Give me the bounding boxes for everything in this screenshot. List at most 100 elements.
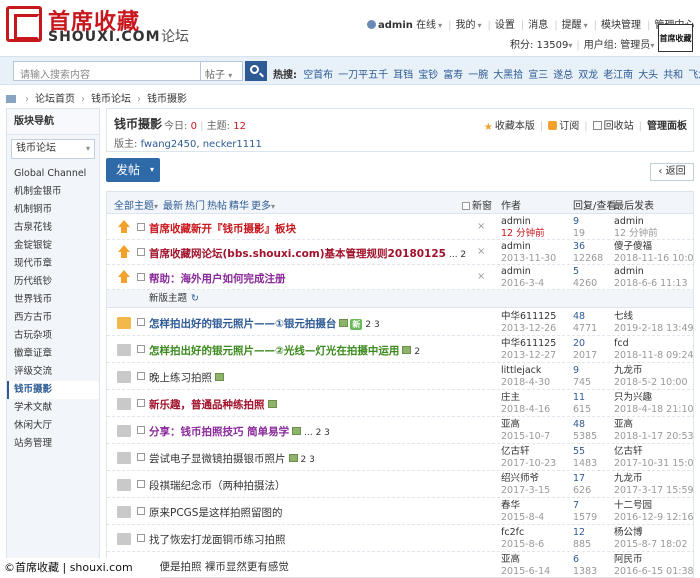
thread-row[interactable]: 新乐趣，普通品种练拍照 庄主 2018-4-16 11 615 只为兴趣 2018-4-18… (107, 390, 693, 417)
menu-notifications[interactable]: 提醒 (562, 20, 582, 31)
sticky-thread-row[interactable]: 首席收藏新开『钱币摄影』板块 × admin 12 分钟前 9 19 admin 12 分钟前 (107, 215, 693, 240)
author-name[interactable]: 亿古轩 (501, 446, 556, 458)
thread-row[interactable]: 怎样拍出好的银元照片——①银元拍摄台 新 2 3 中华611125 2013-12-26… (107, 309, 693, 336)
last-poster[interactable]: admin (614, 216, 658, 228)
last-poster[interactable]: 十二号园 (614, 500, 693, 512)
reply-count[interactable]: 55 (573, 446, 597, 458)
home-icon[interactable] (6, 95, 16, 103)
last-post-date[interactable]: 2018-6-6 11:13 (614, 278, 688, 290)
sidebar-item[interactable]: 学术文献 (7, 399, 99, 417)
page-links[interactable]: ... 2 (449, 250, 466, 260)
hot-keyword[interactable]: 耳铛 (393, 70, 413, 81)
hot-keyword[interactable]: 大头 (638, 70, 658, 81)
last-post-date[interactable]: 2018-1-17 20:53 (614, 431, 693, 443)
tab-latest[interactable]: 最新 (163, 197, 183, 212)
thread-title-link[interactable]: 首席收藏新开『钱币摄影』板块 (149, 223, 296, 235)
tab-hot[interactable]: 热门 (185, 197, 205, 212)
thread-title-link[interactable]: 晚上练习拍照 (149, 372, 212, 384)
last-post-date[interactable]: 2016-12-9 12:16 (614, 512, 693, 524)
last-poster[interactable]: 亚高 (614, 419, 693, 431)
sidebar-item[interactable]: 现代币章 (7, 255, 99, 273)
favorite-forum-link[interactable]: 收藏本版 (495, 121, 535, 132)
author-name[interactable]: admin (501, 216, 545, 228)
author-name[interactable]: 中华611125 (501, 338, 556, 350)
last-poster[interactable]: 傻子傻福 (614, 241, 693, 253)
thread-title-link[interactable]: 首席收藏网论坛(bbs.shouxi.com)基本管理规则20180125 (149, 248, 446, 260)
select-checkbox[interactable] (137, 453, 145, 461)
hot-keyword[interactable]: 空首布 (303, 70, 333, 81)
last-post-date[interactable]: 2019-2-18 13:49 (614, 323, 693, 335)
author-name[interactable]: 亚高 (501, 419, 550, 431)
breadcrumb-item[interactable]: 论坛首页 (35, 94, 75, 105)
thread-row[interactable]: 怎样拍出好的银元照片——②光线—灯光在拍摄中运用 2 中华611125 2013-12… (107, 336, 693, 363)
sidebar-forum-select[interactable]: 钱币论坛 ▾ (11, 139, 95, 159)
last-poster[interactable]: 杨公博 (614, 527, 688, 539)
thread-title-link[interactable]: 找了恢宏打龙面铜币练习拍照 (149, 534, 286, 546)
thread-title-link[interactable]: 怎样拍出好的银元照片——①银元拍摄台 (149, 318, 336, 330)
breadcrumb-item[interactable]: 钱币论坛 (91, 94, 131, 105)
reply-count[interactable]: 48 (573, 311, 597, 323)
tab-digest[interactable]: 精华 (229, 197, 249, 212)
reply-count[interactable]: 9 (573, 365, 591, 377)
menu-messages[interactable]: 消息 (528, 20, 548, 31)
hot-keyword[interactable]: 老江南 (603, 70, 633, 81)
tab-hot-posts[interactable]: 热帖 (207, 197, 227, 212)
recycle-bin-link[interactable]: 回收站 (604, 121, 634, 132)
select-checkbox[interactable] (137, 507, 145, 515)
author-name[interactable]: littlejack (501, 365, 550, 377)
sidebar-item[interactable]: 休闲大厅 (7, 417, 99, 435)
sidebar-item[interactable]: 历代纸钞 (7, 273, 99, 291)
author-name[interactable]: admin (501, 266, 544, 278)
reply-count[interactable]: 12 (573, 527, 591, 539)
last-poster[interactable]: 只为兴趣 (614, 392, 693, 404)
last-post-date[interactable]: 12 分钟前 (614, 228, 658, 240)
back-button[interactable]: ‹ 返回 (650, 163, 694, 181)
hot-keyword[interactable]: 双龙 (578, 70, 598, 81)
last-post-date[interactable]: 2018-5-2 10:00 (614, 377, 688, 389)
reply-count[interactable]: 17 (573, 473, 591, 485)
hot-keyword[interactable]: 宣三 (528, 70, 548, 81)
refresh-icon[interactable]: ↻ (191, 293, 199, 304)
select-checkbox[interactable] (137, 223, 145, 231)
last-post-date[interactable]: 2017-3-17 15:59 (614, 485, 693, 497)
reply-count[interactable]: 9 (573, 216, 585, 228)
hot-keyword[interactable]: 飞龙 (688, 70, 700, 81)
chevron-down-icon[interactable]: ▾ (584, 21, 588, 30)
thread-title-link[interactable]: 分享：钱币拍照技巧 简单易学 (149, 426, 289, 438)
hot-keyword[interactable]: 富寿 (443, 70, 463, 81)
last-post-date[interactable]: 2017-10-31 15:01 (614, 458, 693, 470)
thread-title-link[interactable]: 原来PCGS是这样拍照留图的 (149, 507, 282, 519)
sticky-thread-row[interactable]: 帮助：海外用户如何完成注册 × admin 2016-3-4 5 4260 admin 201… (107, 265, 693, 290)
last-poster[interactable]: admin (614, 266, 688, 278)
thread-row[interactable]: 分享：钱币拍照技巧 简单易学... 2 3 亚高 2015-10-7 48 5385 亚高… (107, 417, 693, 444)
sidebar-item[interactable]: 古玩杂项 (7, 327, 99, 345)
last-post-date[interactable]: 2018-11-16 10:02 (614, 253, 693, 265)
sidebar-item[interactable]: 西方古币 (7, 309, 99, 327)
last-post-date[interactable]: 2018-11-8 09:24 (614, 350, 693, 362)
sidebar-item[interactable]: 金锭银锭 (7, 237, 99, 255)
reply-count[interactable]: 7 (573, 500, 597, 512)
thread-title-link[interactable]: 怎样拍出好的银元照片——②光线—灯光在拍摄中运用 (149, 345, 399, 357)
sidebar-item[interactable]: Global Channel (7, 165, 99, 183)
last-poster[interactable]: 七线 (614, 311, 693, 323)
hot-keyword[interactable]: 遂总 (553, 70, 573, 81)
select-checkbox[interactable] (137, 426, 145, 434)
search-input[interactable]: 请输入搜索内容 (13, 61, 201, 81)
reply-count[interactable]: 48 (573, 419, 597, 431)
tab-more[interactable]: 更多▾ (251, 197, 275, 212)
select-checkbox[interactable] (137, 273, 145, 281)
sidebar-item[interactable]: 机制铜币 (7, 201, 99, 219)
last-poster[interactable]: 亿古轩 (614, 446, 693, 458)
menu-module-admin[interactable]: 模块管理 (601, 20, 641, 31)
sidebar-item[interactable]: 世界钱币 (7, 291, 99, 309)
admin-panel-link[interactable]: 管理面板 (647, 121, 687, 132)
new-post-button[interactable]: 发帖 ▾ (106, 158, 160, 182)
username-link[interactable]: admin (378, 20, 413, 31)
author-name[interactable]: fc2fc (501, 527, 544, 539)
sidebar-item-active[interactable]: 钱币摄影 (7, 381, 99, 399)
last-post-date[interactable]: 2016-6-15 01:38 (614, 566, 693, 577)
reply-count[interactable]: 6 (573, 554, 597, 566)
author-name[interactable]: 亚高 (501, 554, 550, 566)
sidebar-item[interactable]: 机制金银币 (7, 183, 99, 201)
user-group-link[interactable]: 用户组: 管理员 (584, 40, 651, 51)
